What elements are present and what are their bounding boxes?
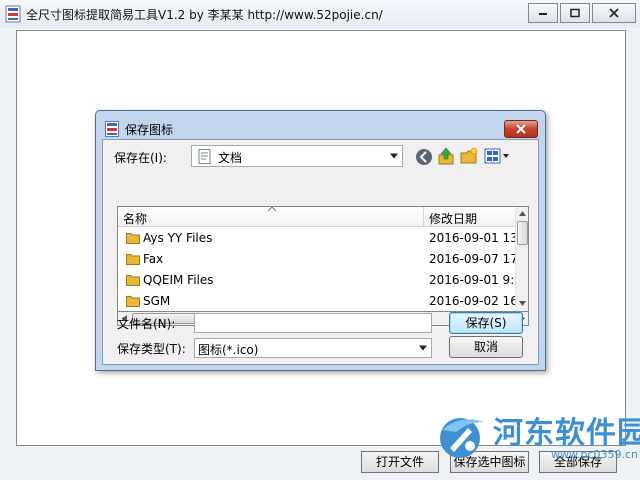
title-bar[interactable]: 全尺寸图标提取简易工具V1.2 by 李某某 http://www.52poji…: [0, 0, 640, 28]
view-menu-icon[interactable]: [484, 147, 510, 165]
minimize-button[interactable]: [528, 3, 558, 23]
scroll-up-icon[interactable]: [519, 211, 526, 216]
window-close-button[interactable]: [592, 3, 636, 23]
dialog-body: 保存在(I): 文档 名称 修改日期 Ays YY Files 2016-09-…: [102, 139, 539, 365]
save-in-dropdown[interactable]: 文档: [191, 145, 403, 167]
file-name: QQEIM Files: [143, 273, 214, 287]
minimize-icon: [539, 13, 547, 15]
list-header: 名称 修改日期: [118, 207, 515, 227]
maximize-button[interactable]: [560, 3, 590, 23]
column-date-label: 修改日期: [429, 212, 478, 226]
file-list[interactable]: 名称 修改日期 Ays YY Files 2016-09-01 13:5 Fax…: [117, 206, 529, 312]
dialog-app-icon: [105, 121, 119, 137]
chevron-down-icon: [418, 345, 427, 351]
folder-icon: [126, 233, 140, 244]
folder-icon: [126, 275, 140, 286]
new-folder-icon[interactable]: [460, 147, 478, 165]
documents-icon: [198, 149, 211, 164]
column-name-header[interactable]: 名称: [118, 207, 424, 227]
dialog-close-button[interactable]: [504, 120, 538, 138]
file-name: SGM: [143, 294, 171, 308]
cancel-button[interactable]: 取消: [449, 336, 523, 358]
file-date: 2016-09-01 13:5: [429, 231, 515, 245]
close-icon: [609, 8, 619, 18]
close-icon: [516, 124, 526, 134]
folder-icon: [126, 296, 140, 307]
folder-icon: [126, 254, 140, 265]
save-in-label: 保存在(I):: [114, 151, 167, 165]
up-folder-icon[interactable]: [437, 147, 455, 165]
list-item[interactable]: SGM 2016-09-02 16:1: [118, 291, 515, 311]
file-name: Fax: [143, 252, 164, 266]
chevron-down-icon: [389, 153, 398, 159]
filename-input[interactable]: [194, 313, 432, 333]
filetype-value: 图标(*.ico): [198, 343, 259, 357]
watermark-text: 河东软件园: [493, 416, 640, 451]
save-in-value: 文档: [218, 151, 243, 165]
scroll-down-icon[interactable]: [519, 301, 526, 306]
sort-ascending-icon: [268, 207, 276, 212]
list-item[interactable]: Fax 2016-09-07 17:5: [118, 249, 515, 270]
list-item[interactable]: QQEIM Files 2016-09-01 9:55: [118, 270, 515, 291]
filetype-dropdown[interactable]: 图标(*.ico): [194, 338, 432, 358]
back-arrow-icon[interactable]: [415, 148, 433, 166]
vertical-scroll-thumb[interactable]: [517, 221, 528, 245]
dropdown-arrow[interactable]: [414, 339, 431, 357]
save-icon-dialog: 保存图标 保存在(I): 文档 名称 修改日期 Ays YY Files 201…: [95, 110, 546, 371]
dropdown-arrow[interactable]: [385, 146, 402, 166]
column-name-label: 名称: [123, 212, 148, 226]
filetype-label: 保存类型(T):: [117, 342, 186, 356]
window-controls: [528, 3, 636, 23]
open-file-button[interactable]: 打开文件: [361, 451, 439, 473]
column-date-header[interactable]: 修改日期: [424, 207, 515, 227]
main-window: 全尺寸图标提取简易工具V1.2 by 李某某 http://www.52poji…: [0, 0, 640, 480]
dialog-title: 保存图标: [125, 123, 174, 137]
filename-label: 文件名(N):: [117, 317, 176, 331]
window-title: 全尺寸图标提取简易工具V1.2 by 李某某 http://www.52poji…: [26, 8, 383, 22]
file-name: Ays YY Files: [143, 231, 213, 245]
watermark-url: www.pc0359.cn: [551, 448, 639, 461]
file-date: 2016-09-07 17:5: [429, 252, 515, 266]
list-item[interactable]: Ays YY Files 2016-09-01 13:5: [118, 228, 515, 249]
save-button[interactable]: 保存(S): [449, 312, 523, 334]
file-date: 2016-09-01 9:55: [429, 273, 515, 287]
app-icon: [5, 5, 21, 23]
vertical-scrollbar[interactable]: [515, 207, 528, 311]
file-date: 2016-09-02 16:1: [429, 294, 515, 308]
watermark-logo-icon: [440, 418, 484, 458]
maximize-icon: [570, 8, 580, 18]
